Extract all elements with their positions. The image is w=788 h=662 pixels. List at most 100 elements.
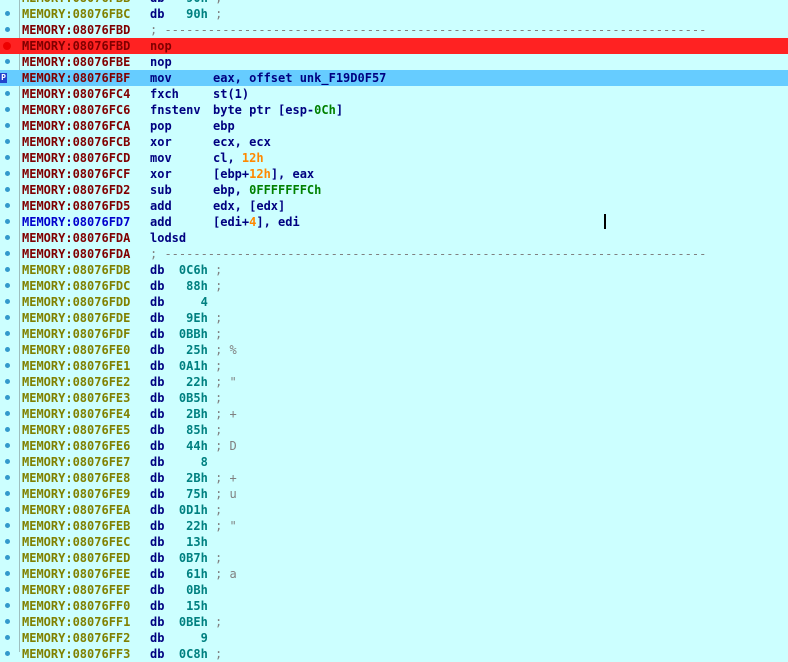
line-marker-icon[interactable] — [5, 123, 10, 128]
address-label[interactable]: MEMORY:08076FDA — [22, 246, 130, 262]
address-label[interactable]: MEMORY:08076FBF — [22, 70, 130, 86]
byte-value[interactable]: 25h — [186, 343, 208, 357]
directive[interactable]: db 61h ; a — [150, 566, 237, 582]
mnemonic[interactable]: lodsd — [150, 230, 186, 246]
address-label[interactable]: MEMORY:08076FD5 — [22, 198, 130, 214]
address-label[interactable]: MEMORY:08076FCA — [22, 118, 130, 134]
directive[interactable]: db 75h ; u — [150, 486, 237, 502]
listing-row[interactable]: MEMORY:08076FE4 db 2Bh ; + — [0, 406, 788, 422]
line-marker-icon[interactable] — [5, 395, 10, 400]
listing-row[interactable]: MEMORY:08076FE6 db 44h ; D — [0, 438, 788, 454]
byte-value[interactable]: 90h — [186, 0, 208, 5]
address-label[interactable]: MEMORY:08076FE9 — [22, 486, 130, 502]
line-marker-icon[interactable] — [5, 11, 10, 16]
operands[interactable]: edx, [edx] — [213, 198, 285, 214]
address-label[interactable]: MEMORY:08076FEF — [22, 582, 130, 598]
directive[interactable]: db 2Bh ; + — [150, 406, 237, 422]
byte-value[interactable]: 0C6h — [179, 263, 208, 277]
directive[interactable]: db 0BBh ; — [150, 326, 222, 342]
address-label[interactable]: MEMORY:08076FEB — [22, 518, 130, 534]
line-marker-icon[interactable] — [5, 379, 10, 384]
byte-value[interactable]: 2Bh — [186, 471, 208, 485]
directive[interactable]: db 22h ; " — [150, 374, 237, 390]
address-label[interactable]: MEMORY:08076FE4 — [22, 406, 130, 422]
address-label[interactable]: MEMORY:08076FF1 — [22, 614, 130, 630]
directive[interactable]: db 0B7h ; — [150, 550, 222, 566]
address-label[interactable]: MEMORY:08076FBC — [22, 6, 130, 22]
operands[interactable]: [ebp+12h], eax — [213, 166, 314, 182]
listing-row[interactable]: MEMORY:08076FDB db 0C6h ; — [0, 262, 788, 278]
listing-row[interactable]: MEMORY:08076FE2 db 22h ; " — [0, 374, 788, 390]
address-label[interactable]: MEMORY:08076FBE — [22, 54, 130, 70]
line-marker-icon[interactable] — [5, 91, 10, 96]
address-label[interactable]: MEMORY:08076FDE — [22, 310, 130, 326]
line-marker-icon[interactable] — [5, 187, 10, 192]
byte-value[interactable]: 0A1h — [179, 359, 208, 373]
directive[interactable]: db 0C8h ; — [150, 646, 222, 662]
line-marker-icon[interactable] — [5, 571, 10, 576]
address-label[interactable]: MEMORY:08076FCD — [22, 150, 130, 166]
address-label[interactable]: MEMORY:08076FC6 — [22, 102, 130, 118]
listing-row[interactable]: MEMORY:08076FBC db 90h ; — [0, 6, 788, 22]
address-label[interactable]: MEMORY:08076FD2 — [22, 182, 130, 198]
listing-row[interactable]: MEMORY:08076FF1 db 0BEh ; — [0, 614, 788, 630]
line-marker-icon[interactable] — [5, 443, 10, 448]
line-marker-icon[interactable] — [5, 363, 10, 368]
byte-value[interactable]: 0Bh — [186, 583, 208, 597]
byte-value[interactable]: 13h — [186, 535, 208, 549]
byte-value[interactable]: 88h — [186, 279, 208, 293]
byte-value[interactable]: 61h — [186, 567, 208, 581]
listing-row[interactable]: MEMORY:08076FE0 db 25h ; % — [0, 342, 788, 358]
line-marker-icon[interactable] — [5, 219, 10, 224]
listing-row[interactable]: MEMORY:08076FE1 db 0A1h ; — [0, 358, 788, 374]
address-label[interactable]: MEMORY:08076FBD — [22, 22, 130, 38]
directive[interactable]: db 0B5h ; — [150, 390, 222, 406]
disassembly-listing[interactable]: MEMORY:08076FBBdb 90h ;MEMORY:08076FBCdb… — [0, 0, 788, 662]
address-label[interactable]: MEMORY:08076FCB — [22, 134, 130, 150]
listing-row[interactable]: MEMORY:08076FD7 add [edi+4], edi — [0, 214, 788, 230]
mnemonic[interactable]: add — [150, 214, 172, 230]
address-label[interactable]: MEMORY:08076FEE — [22, 566, 130, 582]
byte-value[interactable]: 44h — [186, 439, 208, 453]
listing-row[interactable]: MEMORY:08076FE7 db 8 — [0, 454, 788, 470]
line-marker-icon[interactable] — [5, 331, 10, 336]
mnemonic[interactable]: nop — [150, 54, 172, 70]
address-label[interactable]: MEMORY:08076FD7 — [22, 214, 130, 230]
mnemonic[interactable]: fnstenv — [150, 102, 201, 118]
listing-row[interactable]: MEMORY:08076FDE db 9Eh ; — [0, 310, 788, 326]
address-label[interactable]: MEMORY:08076FDD — [22, 294, 130, 310]
listing-row[interactable]: MEMORY:08076FE5 db 85h ; — [0, 422, 788, 438]
listing-row[interactable]: P MEMORY:08076FBF mov eax, offset unk_F19D0… — [0, 70, 788, 86]
line-marker-icon[interactable] — [5, 235, 10, 240]
address-label[interactable]: MEMORY:08076FE0 — [22, 342, 130, 358]
line-marker-icon[interactable] — [5, 107, 10, 112]
byte-value[interactable]: 15h — [186, 599, 208, 613]
operands[interactable]: ebp — [213, 118, 235, 134]
address-label[interactable]: MEMORY:08076FE2 — [22, 374, 130, 390]
listing-row[interactable]: MEMORY:08076FEC db 13h — [0, 534, 788, 550]
byte-value[interactable]: 22h — [186, 519, 208, 533]
listing-row[interactable]: MEMORY:08076FD5 add edx, [edx] — [0, 198, 788, 214]
line-marker-icon[interactable] — [5, 427, 10, 432]
mnemonic[interactable]: mov — [150, 150, 172, 166]
address-label[interactable]: MEMORY:08076FF2 — [22, 630, 130, 646]
directive[interactable]: db 9Eh ; — [150, 310, 222, 326]
listing-row[interactable]: MEMORY:08076FED db 0B7h ; — [0, 550, 788, 566]
mnemonic[interactable]: nop — [150, 38, 172, 54]
listing-row[interactable]: MEMORY:08076FF3 db 0C8h ; — [0, 646, 788, 662]
line-marker-icon[interactable] — [5, 59, 10, 64]
breakpoint-icon[interactable] — [3, 42, 11, 50]
line-marker-icon[interactable] — [5, 27, 10, 32]
line-marker-icon[interactable] — [5, 603, 10, 608]
line-marker-icon[interactable] — [5, 299, 10, 304]
directive[interactable]: db 88h ; — [150, 278, 222, 294]
listing-row[interactable]: MEMORY:08076FE8 db 2Bh ; + — [0, 470, 788, 486]
directive[interactable]: db 44h ; D — [150, 438, 237, 454]
line-marker-icon[interactable] — [5, 347, 10, 352]
directive[interactable]: db 15h — [150, 598, 208, 614]
listing-row[interactable]: MEMORY:08076FEF db 0Bh — [0, 582, 788, 598]
operands[interactable]: ebp, 0FFFFFFFCh — [213, 182, 321, 198]
line-marker-icon[interactable] — [5, 539, 10, 544]
line-marker-icon[interactable] — [5, 619, 10, 624]
address-label[interactable]: MEMORY:08076FF3 — [22, 646, 130, 662]
